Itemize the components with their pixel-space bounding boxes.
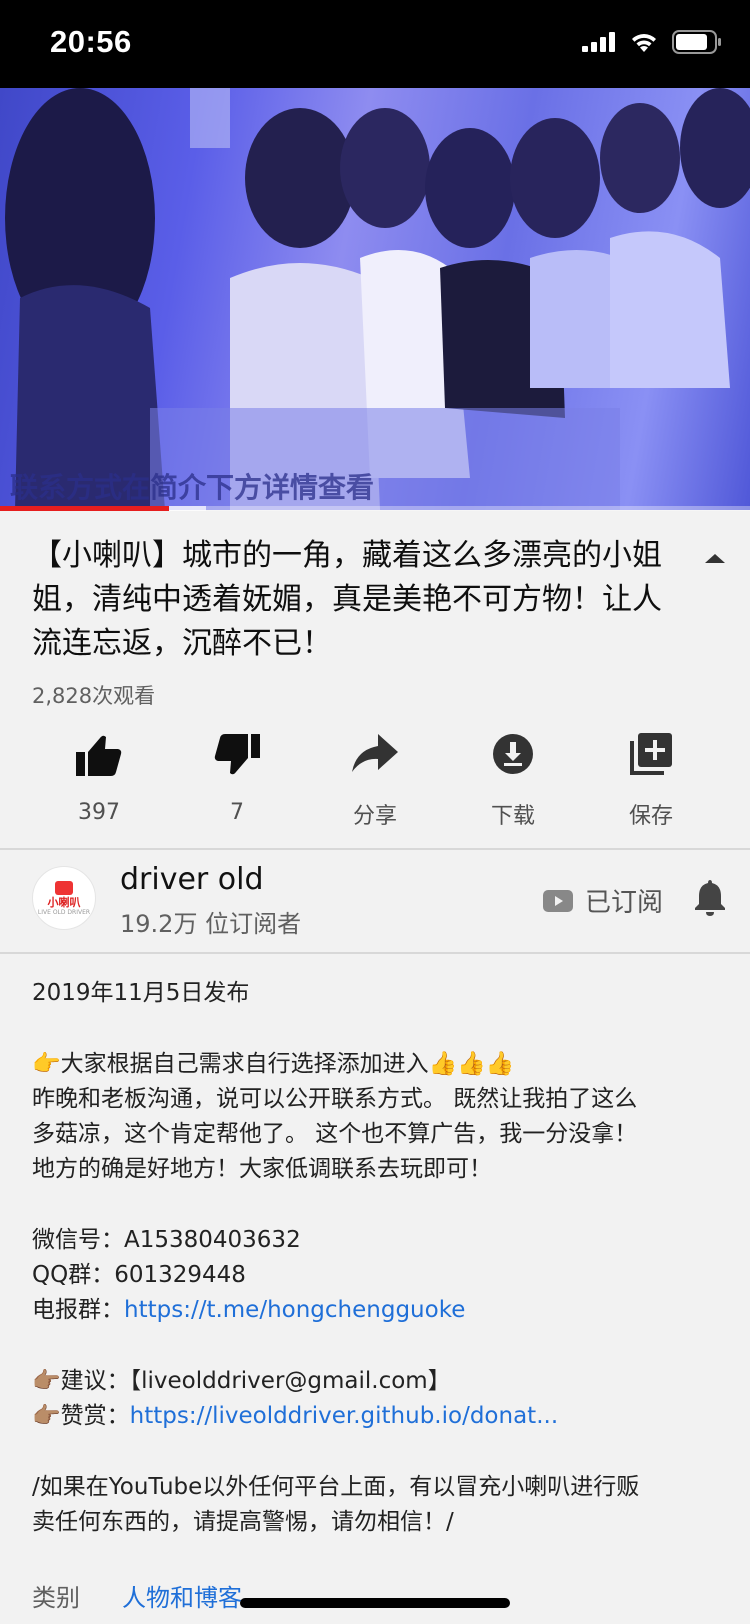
divider-top (0, 848, 750, 850)
publish-date: 2019年11月5日发布 (32, 980, 250, 1006)
home-indicator[interactable] (240, 1598, 510, 1608)
thumbs-up-icon (76, 735, 122, 776)
qq-line: QQ群：601329448 (32, 1258, 722, 1293)
collapse-arrow-icon[interactable] (702, 550, 728, 566)
wechat-label: 微信号： (32, 1227, 124, 1253)
channel-avatar[interactable]: 小喇叭 LIVE OLD DRIVER (32, 866, 96, 930)
telegram-link[interactable]: https://t.me/hongchengguoke (124, 1297, 465, 1323)
subscribed-button[interactable]: 已订阅 (543, 882, 663, 919)
video-description: 2019年11月5日发布 👉大家根据自己需求自行选择添加进入👍👍👍 昨晚和老板沟… (32, 976, 722, 1540)
channel-row[interactable]: 小喇叭 LIVE OLD DRIVER driver old 19.2万 位订阅… (0, 852, 750, 950)
action-bar: 397 7 分享 下载 保存 (30, 730, 720, 830)
save-button[interactable]: 保存 (582, 730, 720, 830)
qq-value: 601329448 (114, 1262, 246, 1288)
like-button[interactable]: 397 (30, 730, 168, 830)
save-label: 保存 (628, 804, 673, 829)
share-button[interactable]: 分享 (306, 730, 444, 830)
video-played-bar (0, 506, 169, 511)
share-label: 分享 (352, 804, 397, 829)
video-frame (5, 88, 750, 510)
video-progress-bar[interactable] (0, 506, 750, 511)
view-count: 2,828次观看 (32, 684, 156, 708)
status-icons (582, 30, 722, 54)
suggest-line: 👉🏽建议：【liveolddriver@gmail.com】 (32, 1368, 451, 1394)
qq-label: QQ群： (32, 1262, 115, 1288)
avatar-logo-subtext: LIVE OLD DRIVER (37, 908, 91, 916)
subscribed-label: 已订阅 (585, 888, 664, 918)
description-line: 昨晚和老板沟通，说可以公开联系方式。 既然让我拍了这么 (32, 1086, 638, 1112)
donate-label: 👉🏽赞赏： (32, 1403, 130, 1429)
wifi-icon (632, 34, 656, 52)
notification-bell-icon[interactable] (693, 878, 727, 916)
download-icon (493, 734, 533, 774)
camera-icon (55, 880, 73, 895)
status-time: 20:56 (50, 24, 132, 59)
subscriber-count: 19.2万 位订阅者 (120, 910, 302, 938)
description-line: 地方的确是好地方！大家低调联系去玩即可！ (32, 1156, 492, 1182)
donate-line: 👉🏽赞赏：https://liveolddriver.github.io/don… (32, 1399, 722, 1434)
category-row: 类别 人物和博客 (32, 1578, 242, 1613)
like-count: 397 (78, 800, 120, 825)
dislike-count: 7 (230, 800, 244, 825)
description-line: 👉大家根据自己需求自行选择添加进入👍👍👍 (32, 1051, 515, 1077)
notice-line: /如果在YouTube以外任何平台上面，有以冒充小喇叭进行贩 (32, 1474, 640, 1500)
download-label: 下载 (490, 804, 535, 829)
category-link[interactable]: 人物和博客 (122, 1578, 242, 1613)
divider-bottom (0, 952, 750, 954)
wechat-value: A15380403632 (124, 1227, 301, 1253)
video-overlay-caption: 联系方式在简介下方详情查看 (10, 471, 375, 504)
donate-link[interactable]: https://liveolddriver.github.io/donat... (130, 1403, 559, 1429)
telegram-line: 电报群：https://t.me/hongchengguoke (32, 1293, 722, 1328)
share-icon (352, 734, 398, 772)
description-line: 多菇凉，这个肯定帮他了。 这个也不算广告，我一分没拿！ (32, 1121, 638, 1147)
dislike-button[interactable]: 7 (168, 730, 306, 830)
thumbs-down-icon (214, 734, 260, 775)
cellular-signal-icon (582, 32, 615, 52)
notice-line: 卖任何东西的，请提高警惕，请勿相信！/ (32, 1509, 454, 1535)
status-bar: 20:56 (0, 0, 750, 88)
video-title: 【小喇叭】城市的一角，藏着这么多漂亮的小姐姐，清纯中透着妩媚，真是美艳不可方物！… (32, 538, 662, 661)
wechat-line: 微信号：A15380403632 (32, 1223, 722, 1258)
category-label: 类别 (32, 1584, 80, 1612)
battery-icon (672, 30, 721, 54)
telegram-label: 电报群： (32, 1297, 124, 1323)
save-playlist-icon (630, 733, 672, 775)
channel-name[interactable]: driver old (120, 862, 264, 897)
download-button[interactable]: 下载 (444, 730, 582, 830)
youtube-play-icon (543, 889, 573, 912)
avatar-logo-text: 小喇叭 (47, 895, 81, 909)
video-player[interactable]: 联系方式在简介下方详情查看 (0, 88, 750, 510)
